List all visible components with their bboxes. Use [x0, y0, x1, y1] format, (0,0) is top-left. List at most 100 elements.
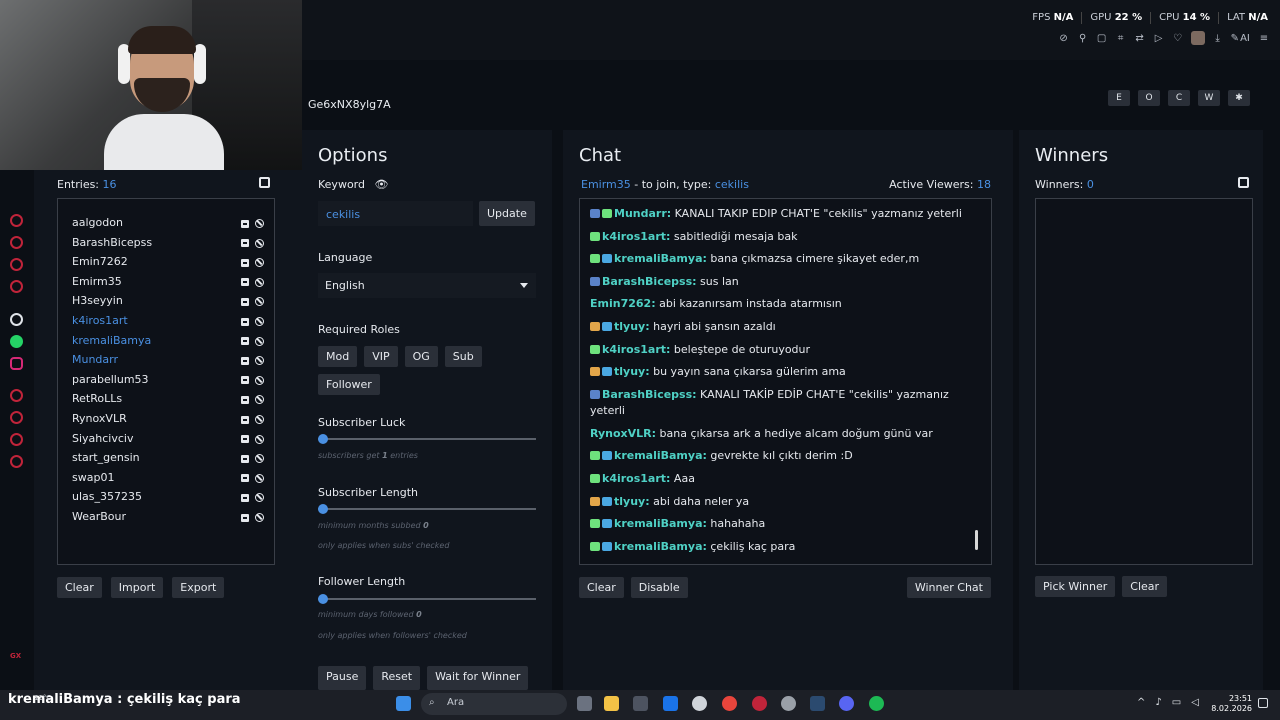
chatgpt-icon[interactable]: [10, 313, 23, 326]
menu-icon[interactable]: ≡: [1258, 33, 1270, 44]
taskbar-search[interactable]: Ara: [421, 693, 567, 715]
pin-icon[interactable]: ⚲: [1077, 33, 1089, 44]
chat-username[interactable]: k4iros1art:: [602, 343, 670, 356]
chat-username[interactable]: tlyuy:: [614, 365, 650, 378]
ban-icon[interactable]: [255, 277, 264, 287]
role-mod[interactable]: Mod: [318, 346, 358, 367]
twitch-icon[interactable]: [10, 258, 23, 271]
chat-username[interactable]: Mundarr:: [614, 207, 671, 220]
remove-entry-icon[interactable]: [241, 454, 249, 463]
ban-icon[interactable]: [255, 434, 264, 444]
disable-chat-button[interactable]: Disable: [630, 577, 688, 598]
volume-icon[interactable]: ◁: [1191, 697, 1199, 708]
crop-icon[interactable]: ⌗: [1115, 33, 1127, 44]
play-icon[interactable]: ▷: [1153, 33, 1165, 44]
chat-username[interactable]: kremaliBamya:: [614, 252, 707, 265]
settings-app-icon[interactable]: [692, 696, 707, 711]
discord-icon[interactable]: [839, 696, 854, 711]
remove-entry-icon[interactable]: [241, 493, 249, 502]
task-view-icon[interactable]: [577, 696, 592, 711]
clear-entries-button[interactable]: Clear: [57, 577, 102, 598]
clear-winners-button[interactable]: Clear: [1122, 576, 1168, 597]
remove-entry-icon[interactable]: [241, 376, 249, 385]
extensions-icon[interactable]: [10, 433, 23, 446]
ban-icon[interactable]: [255, 356, 264, 366]
chat-username[interactable]: Emin7262:: [590, 297, 656, 310]
ban-icon[interactable]: [255, 297, 264, 307]
ban-icon[interactable]: [255, 219, 264, 228]
remove-entry-icon[interactable]: [241, 395, 249, 404]
update-button[interactable]: Update: [479, 201, 535, 226]
copy-icon[interactable]: [1238, 177, 1249, 188]
history-icon[interactable]: [10, 214, 23, 227]
clock-icon[interactable]: [10, 411, 23, 424]
remove-entry-icon[interactable]: [241, 317, 249, 326]
steam-icon[interactable]: [810, 696, 825, 711]
ban-icon[interactable]: [255, 513, 264, 522]
remove-entry-icon[interactable]: [241, 258, 249, 267]
chevron-up-icon[interactable]: ^: [1137, 697, 1145, 708]
ban-icon[interactable]: [255, 493, 264, 503]
pick-winner-button[interactable]: Pick Winner: [1035, 576, 1116, 597]
ban-icon[interactable]: [255, 454, 264, 464]
ban-icon[interactable]: [255, 415, 264, 424]
microphone-icon[interactable]: ♪: [1155, 697, 1161, 708]
whatsapp-icon[interactable]: [10, 335, 23, 348]
slider-knob[interactable]: [318, 434, 328, 444]
role-og[interactable]: OG: [404, 346, 438, 367]
pause-button[interactable]: Pause: [318, 666, 367, 690]
no-camera-icon[interactable]: ⊘: [1058, 33, 1070, 44]
mode-button-c[interactable]: C: [1168, 90, 1190, 106]
download-icon[interactable]: ⤓: [1212, 33, 1224, 44]
file-explorer-icon[interactable]: [604, 696, 619, 711]
mode-button-w[interactable]: W: [1198, 90, 1220, 106]
remove-entry-icon[interactable]: [241, 415, 249, 424]
clear-chat-button[interactable]: Clear: [579, 577, 624, 598]
chrome-icon[interactable]: [722, 696, 737, 711]
settings-button[interactable]: ✱: [1228, 90, 1250, 106]
store-icon[interactable]: [633, 696, 648, 711]
sub-length-slider[interactable]: [318, 504, 536, 514]
chat-username[interactable]: tlyuy:: [614, 495, 650, 508]
ban-icon[interactable]: [255, 336, 264, 346]
remove-entry-icon[interactable]: [241, 435, 249, 444]
role-sub[interactable]: Sub: [444, 346, 482, 367]
ban-icon[interactable]: [255, 238, 264, 248]
copy-icon[interactable]: [259, 177, 270, 188]
translate-icon[interactable]: ⇄: [1134, 33, 1146, 44]
eye-icon[interactable]: 👁: [374, 178, 388, 191]
chat-username[interactable]: k4iros1art:: [602, 472, 670, 485]
chat-username[interactable]: RynoxVLR:: [590, 427, 656, 440]
chat-username[interactable]: BarashBicepss:: [602, 275, 697, 288]
wait-for-winner-button[interactable]: Wait for Winner: [427, 666, 529, 690]
remove-entry-icon[interactable]: [241, 239, 249, 248]
outlook-icon[interactable]: [663, 696, 678, 711]
ban-icon[interactable]: [255, 473, 264, 483]
obs-icon[interactable]: [781, 696, 796, 711]
chat-username[interactable]: BarashBicepss:: [602, 388, 697, 401]
remove-entry-icon[interactable]: [241, 513, 249, 522]
keyword-input[interactable]: cekilis: [318, 201, 473, 226]
import-button[interactable]: Import: [110, 577, 164, 598]
sub-luck-slider[interactable]: [318, 434, 536, 444]
export-button[interactable]: Export: [172, 577, 225, 598]
mode-button-o[interactable]: O: [1138, 90, 1160, 106]
chat-username[interactable]: tlyuy:: [614, 320, 650, 333]
notifications-icon[interactable]: [1258, 698, 1268, 708]
role-follower[interactable]: Follower: [318, 374, 380, 395]
play-circle-icon[interactable]: [10, 389, 23, 402]
winner-chat-button[interactable]: Winner Chat: [906, 577, 991, 598]
slider-knob[interactable]: [318, 504, 328, 514]
ban-icon[interactable]: [255, 375, 264, 385]
remove-entry-icon[interactable]: [241, 219, 249, 228]
start-icon[interactable]: [396, 696, 411, 711]
chat-scrollbar[interactable]: [975, 530, 978, 550]
opera-gx-icon[interactable]: [752, 696, 767, 711]
gear-icon[interactable]: [10, 455, 23, 468]
ban-icon[interactable]: [255, 395, 264, 405]
spotify-icon[interactable]: [869, 696, 884, 711]
chat-username[interactable]: kremaliBamya:: [614, 449, 707, 462]
slider-knob[interactable]: [318, 594, 328, 604]
profile-avatar[interactable]: [1190, 31, 1205, 45]
remove-entry-icon[interactable]: [241, 474, 249, 483]
